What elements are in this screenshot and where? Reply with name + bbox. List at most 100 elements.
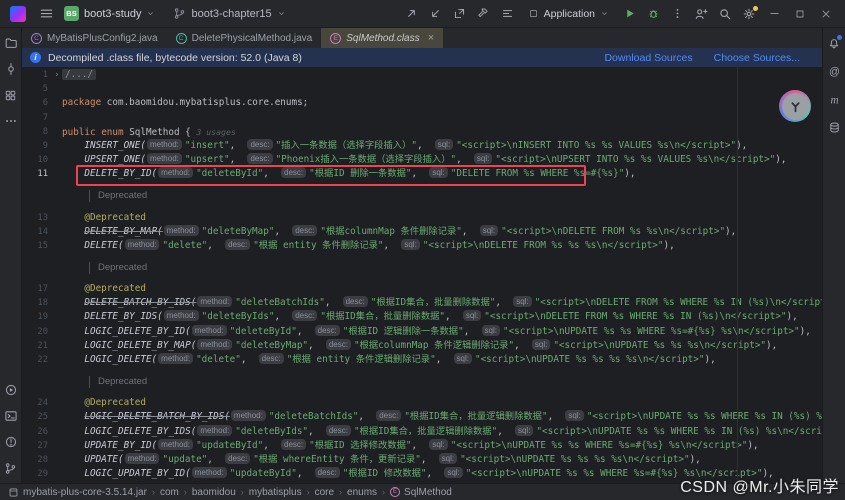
code-line[interactable]: 20 LOGIC_DELETE_BY_ID(method:"deleteById… (22, 325, 822, 339)
notifications-icon[interactable] (824, 33, 844, 53)
breadcrumb-label: baomidou (192, 487, 236, 498)
code-line[interactable]: 9 INSERT_ONE(method:"insert", desc:"插入一条… (22, 139, 822, 153)
window-float-icon[interactable] (448, 3, 472, 25)
line-number[interactable]: 11 (22, 167, 52, 181)
line-number[interactable]: 22 (22, 353, 52, 367)
code-line[interactable]: 28 UPDATE(method:"update", desc:"根据 wher… (22, 453, 822, 467)
code-line[interactable]: 8public enum SqlMethod { 3 usages (22, 125, 822, 139)
fold-gutter (52, 96, 62, 110)
line-number[interactable]: 5 (22, 82, 52, 96)
fold-arrow-icon[interactable]: › (52, 68, 62, 82)
maximize-icon[interactable] (787, 3, 813, 25)
code-line[interactable]: 6package com.baomidou.mybatisplus.core.e… (22, 96, 822, 110)
commit-icon[interactable] (1, 59, 21, 79)
minimize-icon[interactable] (761, 3, 787, 25)
code-line[interactable]: 5 (22, 82, 822, 96)
maven-icon[interactable]: m (824, 89, 844, 109)
code-line[interactable]: 24 @Deprecated (22, 396, 822, 410)
folder-icon[interactable] (1, 33, 21, 53)
database-icon[interactable] (824, 117, 844, 137)
branch-icon[interactable] (1, 458, 21, 478)
line-number[interactable]: 27 (22, 439, 52, 453)
code-line[interactable]: 13 @Deprecated (22, 211, 822, 225)
run-config-selector[interactable]: Application (522, 3, 615, 25)
line-number[interactable]: 21 (22, 339, 52, 353)
code-line[interactable]: 17 @Deprecated (22, 282, 822, 296)
code-line[interactable]: 19 DELETE_BY_IDS(method:"deleteByIds", d… (22, 310, 822, 324)
play-icon[interactable] (617, 3, 641, 25)
settings-icon[interactable] (737, 3, 761, 25)
line-number[interactable]: 17 (22, 282, 52, 296)
code-line[interactable]: 27 UPDATE_BY_ID(method:"updateById", des… (22, 439, 822, 453)
run-circle-icon[interactable] (1, 380, 21, 400)
code-line[interactable]: 14 DELETE_BY_MAP(method:"deleteByMap", d… (22, 225, 822, 239)
breadcrumb-label: mybatisplus (249, 487, 302, 498)
code-line[interactable]: 18 DELETE_BATCH_BY_IDS(method:"deleteBat… (22, 296, 822, 310)
breadcrumb-item[interactable]: mybatisplus (249, 487, 302, 498)
line-number[interactable]: 20 (22, 325, 52, 339)
avatar-badge[interactable] (779, 90, 811, 122)
code-line[interactable]: 15 DELETE(method:"delete", desc:"根据 enti… (22, 239, 822, 253)
avatar-glyph-icon (782, 93, 809, 120)
line-number[interactable]: 9 (22, 139, 52, 153)
line-number[interactable]: 15 (22, 239, 52, 253)
problems-icon[interactable] (1, 432, 21, 452)
line-number[interactable]: 29 (22, 467, 52, 481)
editor-pane[interactable]: 1›/.../56package com.baomidou.mybatisplu… (22, 67, 822, 483)
line-number[interactable]: 28 (22, 453, 52, 467)
more-vertical-icon[interactable] (665, 3, 689, 25)
code-line[interactable]: 26 LOGIC_DELETE_BY_IDS(method:"deleteByI… (22, 425, 822, 439)
code-line[interactable]: 25 LOGIC_DELETE_BATCH_BY_IDS(method:"del… (22, 410, 822, 424)
breadcrumb-item[interactable]: mybatis-plus-core-3.5.14.jar (8, 487, 147, 498)
structure-icon[interactable] (1, 85, 21, 105)
line-number[interactable]: 8 (22, 125, 52, 139)
line-number[interactable]: 18 (22, 296, 52, 310)
code-text: LOGIC_UPDATE_BY_ID(method:"updateById", … (62, 467, 774, 481)
project-selector[interactable]: BS boot3-study (58, 3, 161, 25)
close-icon[interactable] (813, 3, 839, 25)
line-number[interactable]: 19 (22, 310, 52, 324)
line-number[interactable]: 26 (22, 425, 52, 439)
breadcrumb-item[interactable]: core (315, 487, 334, 498)
line-number[interactable]: 24 (22, 396, 52, 410)
add-user-icon[interactable] (689, 3, 713, 25)
code-line[interactable]: 1›/.../ (22, 68, 822, 82)
hammer-icon[interactable] (472, 3, 496, 25)
download-sources-link[interactable]: Download Sources (604, 52, 692, 64)
more-horizontal-icon[interactable] (1, 111, 21, 131)
breadcrumb-item[interactable]: enums (347, 487, 377, 498)
tool-windows-icon[interactable] (496, 3, 520, 25)
terminal-icon[interactable] (1, 406, 21, 426)
breadcrumb-item[interactable]: baomidou (192, 487, 236, 498)
right-margin-guide (737, 67, 738, 483)
editor-tab[interactable]: CMyBatisPlusConfig2.java (22, 28, 167, 48)
debug-icon[interactable] (641, 3, 665, 25)
branch-selector[interactable]: boot3-chapter15 (167, 3, 291, 25)
search-icon[interactable] (713, 3, 737, 25)
editor-tab[interactable]: ESqlMethod.class× (321, 28, 443, 48)
code-text: @Deprecated (62, 211, 146, 225)
line-number[interactable]: 10 (22, 153, 52, 167)
left-tool-stripe (0, 28, 22, 483)
hamburger-menu-icon[interactable] (34, 3, 58, 25)
editor-tab[interactable]: CDeletePhysicalMethod.java (167, 28, 322, 48)
line-number[interactable]: 6 (22, 96, 52, 110)
line-number[interactable]: 1 (22, 68, 52, 82)
ai-assistant-icon[interactable]: @ (824, 61, 844, 81)
line-number[interactable]: 7 (22, 111, 52, 125)
choose-sources-link[interactable]: Choose Sources... (714, 52, 800, 64)
code-line[interactable]: 21 LOGIC_DELETE_BY_MAP(method:"deleteByM… (22, 339, 822, 353)
line-number[interactable]: 13 (22, 211, 52, 225)
line-number[interactable]: 14 (22, 225, 52, 239)
code-area[interactable]: 1›/.../56package com.baomidou.mybatisplu… (22, 67, 822, 483)
code-line[interactable]: 7 (22, 111, 822, 125)
line-number[interactable]: 25 (22, 410, 52, 424)
close-icon[interactable]: × (428, 33, 434, 44)
breadcrumb-label: enums (347, 487, 377, 498)
arrow-down-left-icon[interactable] (424, 3, 448, 25)
breadcrumb-item[interactable]: com (160, 487, 179, 498)
code-line[interactable]: 22 LOGIC_DELETE(method:"delete", desc:"根… (22, 353, 822, 367)
arrow-up-right-icon[interactable] (400, 3, 424, 25)
tab-label: SqlMethod.class (346, 33, 419, 44)
breadcrumb-item[interactable]: ESqlMethod (390, 487, 452, 498)
